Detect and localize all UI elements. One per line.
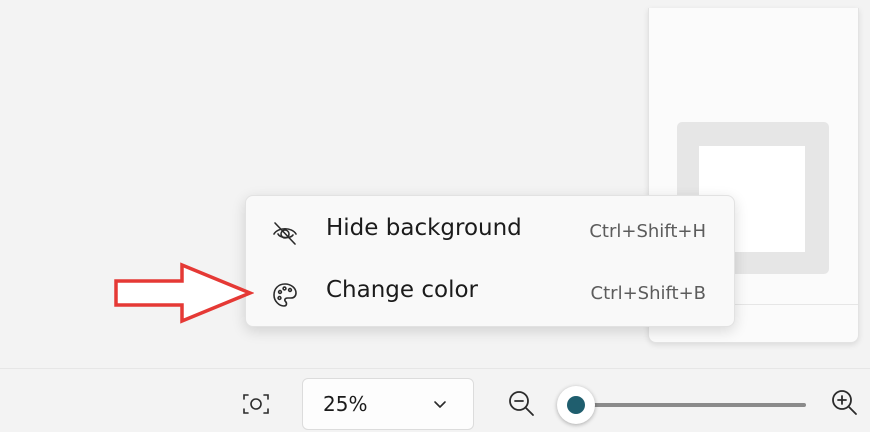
zoom-in-icon[interactable] <box>829 387 859 417</box>
zoom-level-dropdown[interactable]: 25% <box>302 378 474 430</box>
menu-item-label: Change color <box>326 277 479 303</box>
zoom-slider-track[interactable] <box>562 403 806 407</box>
zoom-out-icon[interactable] <box>506 388 536 418</box>
context-menu: Hide background Ctrl+Shift+H Change colo… <box>245 195 735 327</box>
zoom-slider-thumb[interactable] <box>557 386 595 424</box>
bottom-toolbar: 25% <box>0 368 870 432</box>
zoom-slider-thumb-center <box>567 396 585 414</box>
eye-off-icon <box>270 218 300 248</box>
menu-item-label: Hide background <box>326 215 522 241</box>
chevron-down-icon <box>431 395 449 413</box>
menu-item-shortcut: Ctrl+Shift+H <box>589 221 706 242</box>
palette-icon <box>270 280 300 310</box>
fit-to-window-icon[interactable] <box>238 389 274 419</box>
zoom-level-value: 25% <box>323 392 368 416</box>
annotation-arrow-icon <box>114 262 254 324</box>
menu-item-change-color[interactable]: Change color Ctrl+Shift+B <box>252 266 728 322</box>
menu-item-hide-background[interactable]: Hide background Ctrl+Shift+H <box>252 204 728 260</box>
menu-item-shortcut: Ctrl+Shift+B <box>590 283 706 304</box>
